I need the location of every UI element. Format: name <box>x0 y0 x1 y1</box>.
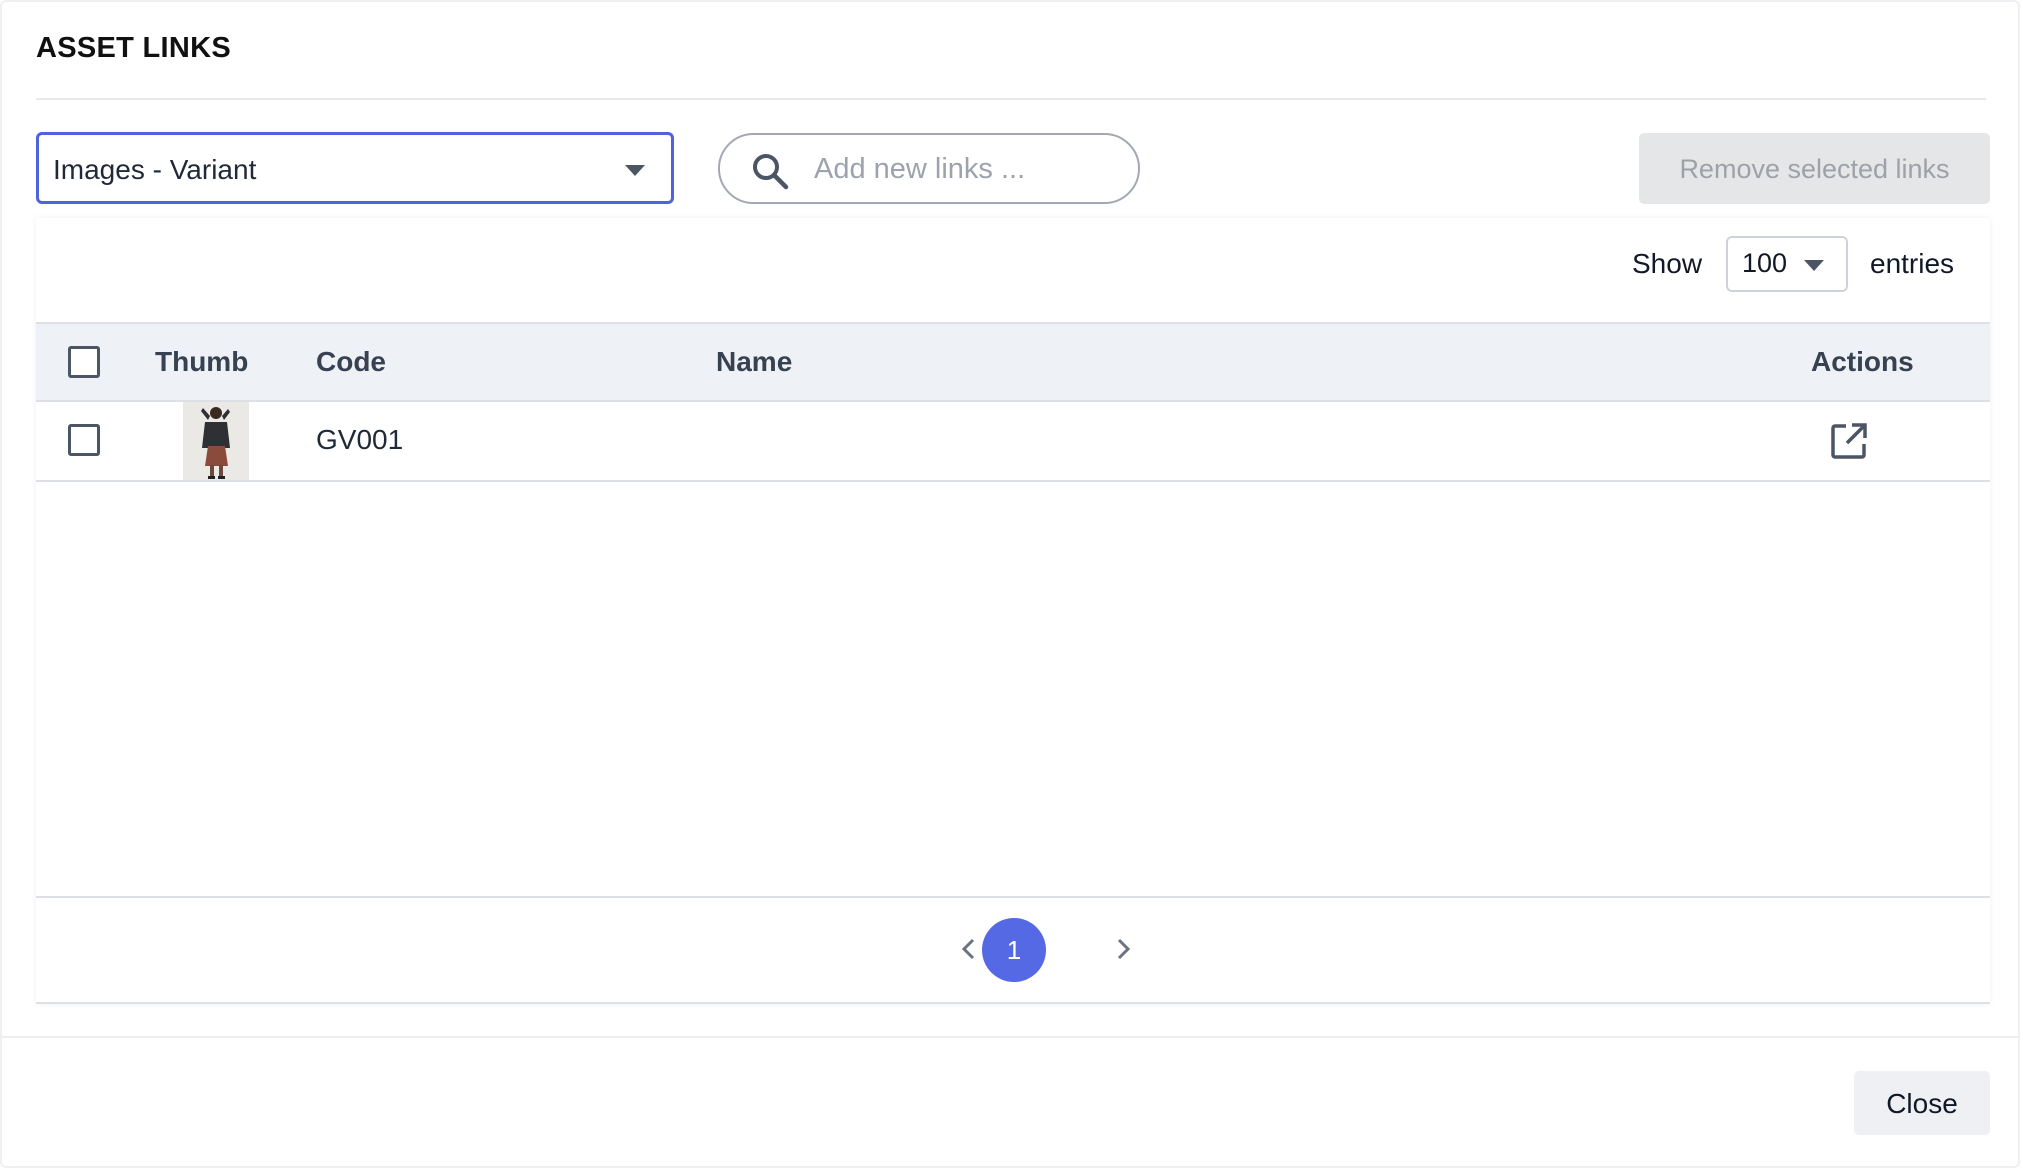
column-header-name[interactable]: Name <box>716 346 792 378</box>
column-header-code[interactable]: Code <box>316 346 386 378</box>
asset-thumbnail-image <box>183 402 249 480</box>
modal-footer-divider <box>2 1036 2018 1038</box>
entries-label: entries <box>1870 248 1955 279</box>
pagination-page-1[interactable]: 1 <box>982 918 1046 982</box>
chevron-right-icon[interactable] <box>1108 934 1138 964</box>
entries-per-page-value: 100 <box>1742 248 1788 278</box>
add-links-input[interactable] <box>814 147 1114 191</box>
asset-links-table-card: Show 100 entries Thumb Code Name Actions <box>36 218 1990 1004</box>
table-row: GV001 <box>36 402 1990 482</box>
asset-links-modal: ASSET LINKS Images - Variant Remove sele… <box>0 0 2020 1168</box>
close-button[interactable]: Close <box>1854 1071 1990 1135</box>
chevron-down-icon <box>1804 260 1824 271</box>
column-header-actions: Actions <box>1811 346 1914 377</box>
link-type-select[interactable]: Images - Variant <box>36 132 674 204</box>
chevron-down-icon <box>625 165 645 176</box>
row-checkbox[interactable] <box>68 424 100 456</box>
entries-per-page-select[interactable]: 100 <box>1726 236 1848 292</box>
remove-selected-links-button[interactable]: Remove selected links <box>1639 133 1990 204</box>
select-all-checkbox[interactable] <box>68 346 100 378</box>
open-external-icon[interactable] <box>1830 422 1868 460</box>
pagination-bar: 1 <box>36 896 1990 1004</box>
row-code: GV001 <box>316 424 404 455</box>
search-icon <box>753 154 789 190</box>
show-entries-label: Show <box>1632 248 1703 279</box>
column-header-thumb: Thumb <box>155 346 249 377</box>
add-links-search[interactable] <box>718 133 1140 204</box>
modal-header: ASSET LINKS <box>36 2 1986 100</box>
modal-title: ASSET LINKS <box>36 32 232 64</box>
chevron-left-icon[interactable] <box>954 934 984 964</box>
asset-thumbnail[interactable] <box>183 402 249 480</box>
table-header: Thumb Code Name Actions <box>36 322 1990 402</box>
link-type-selected-value: Images - Variant <box>53 154 257 185</box>
